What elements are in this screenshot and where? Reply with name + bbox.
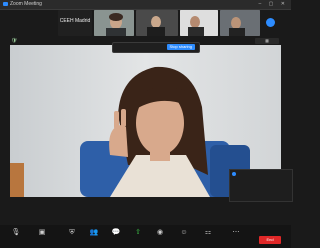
screen-share-bar: Stop sharing [112,42,200,53]
chat-notification[interactable] [229,169,293,202]
share-screen-button[interactable]: ⇧ [126,227,150,247]
shield-icon[interactable]: 🛡 [11,38,17,44]
window-controls[interactable]: – ▢ ✕ [259,1,288,7]
window-titlebar: Zoom Meeting – ▢ ✕ [0,0,291,10]
participants-button[interactable]: 👥 [82,227,106,247]
meeting-toolbar: 🎙 ▣ ⛨ 👥 💬 ⇧ ◉ ☺ ⚏ ⋯ [0,225,291,248]
participant-video [180,10,218,36]
next-page-button[interactable] [266,18,275,27]
video-button[interactable]: ▣ [30,227,54,247]
meeting-info-icons[interactable]: 🛡 [11,38,17,44]
apps-button[interactable]: ⚏ [196,227,220,247]
participant-tile-3[interactable] [136,10,178,36]
participant-video [94,10,134,36]
reactions-icon: ☺ [180,229,188,236]
record-icon: ◉ [156,229,164,236]
view-button[interactable]: ▦ [255,38,279,44]
security-icon: ⛨ [69,229,75,236]
participant-name: CEEH Madrid [59,18,91,24]
participant-tile-4[interactable] [180,10,218,36]
more-icon: ⋯ [232,229,240,236]
participants-icon: 👥 [89,229,99,236]
participant-video [220,10,260,36]
chat-icon: 💬 [111,229,121,236]
security-button[interactable]: ⛨ [60,227,84,247]
apps-icon: ⚏ [204,229,212,236]
participant-tile-5[interactable] [220,10,260,36]
participant-tile-1[interactable]: CEEH Madrid [58,10,92,36]
participant-tile-2[interactable] [94,10,134,36]
chat-button[interactable]: 💬 [104,227,128,247]
stop-share-button[interactable]: Stop sharing [166,44,195,50]
more-button[interactable]: ⋯ [224,227,248,247]
mic-icon: 🎙 [11,229,21,236]
chat-avatar [232,172,236,176]
mic-button[interactable]: 🎙 [4,227,28,247]
video-icon: ▣ [38,229,46,236]
participant-video [136,10,178,36]
end-meeting-button[interactable]: End [259,236,281,244]
zoom-app-icon [3,2,8,6]
share-screen-icon: ⇧ [135,229,141,236]
record-button[interactable]: ◉ [148,227,172,247]
window-title: Zoom Meeting [10,1,42,7]
reactions-button[interactable]: ☺ [172,227,196,247]
